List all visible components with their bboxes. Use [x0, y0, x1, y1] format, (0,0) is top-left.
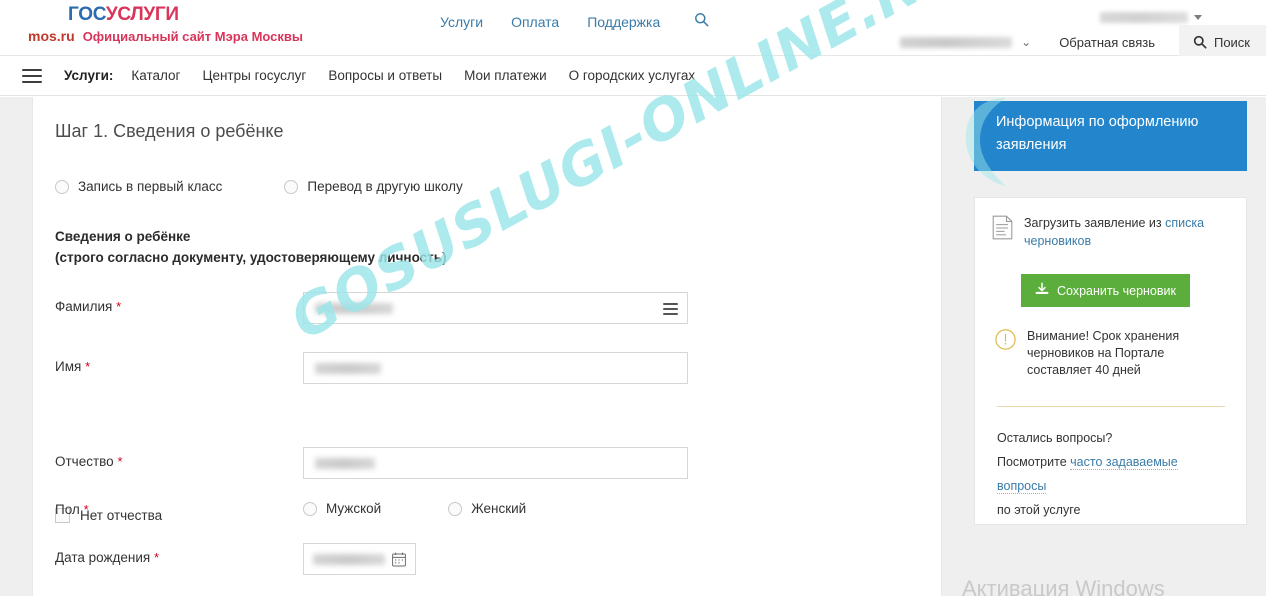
upload-text-prefix: Загрузить заявление из	[1024, 216, 1166, 230]
search-button[interactable]: Поиск	[1178, 25, 1266, 59]
radio-label: Перевод в другую школу	[307, 179, 463, 194]
radio-label: Запись в первый класс	[78, 179, 223, 194]
upload-draft-text: Загрузить заявление из списка черновиков	[1024, 214, 1232, 250]
section-heading: Сведения о ребёнке (строго согласно доку…	[55, 226, 447, 268]
radio-label: Мужской	[326, 501, 382, 516]
exclamation-circle-icon	[995, 329, 1016, 379]
draft-warning-row: Внимание! Срок хранения черновиков на По…	[995, 328, 1231, 379]
page-title: Шаг 1. Сведения о ребёнке	[55, 121, 284, 141]
top-bar-secondary-row: ⌄ Обратная связь Поиск	[900, 25, 1266, 59]
birthdate-input[interactable]	[303, 543, 416, 575]
topnav-item-services[interactable]: Услуги	[440, 14, 483, 30]
field-patronymic: Отчество *	[55, 447, 695, 479]
radio-icon[interactable]	[448, 501, 463, 516]
mainnav-item-about[interactable]: О городских услугах	[569, 68, 696, 83]
topnav-item-support[interactable]: Поддержка	[587, 14, 660, 30]
chevron-down-icon[interactable]: ⌄	[1021, 36, 1031, 48]
official-site-label: Официальный сайт Мэра Москвы	[82, 29, 303, 44]
radio-icon[interactable]	[303, 501, 317, 516]
faq-question-line: Остались вопросы?	[997, 431, 1113, 445]
field-label: Фамилия *	[55, 299, 122, 314]
page-root: ГОСУСЛУГИ mos.ru Официальный сайт Мэра Мо…	[0, 0, 1266, 596]
field-label: Отчество *	[55, 454, 123, 469]
brand-block[interactable]: ГОСУСЛУГИ mos.ru Официальный сайт Мэра Мо…	[28, 5, 358, 45]
search-button-icon	[1193, 35, 1207, 49]
field-label: Дата рождения *	[55, 550, 160, 565]
radio-icon[interactable]	[55, 179, 69, 194]
mainnav-item-catalog[interactable]: Каталог	[131, 68, 180, 83]
document-icon	[992, 215, 1013, 250]
surname-value-redacted	[315, 303, 393, 314]
mosru-label[interactable]: mos.ru	[28, 28, 75, 44]
patronymic-value-redacted	[315, 458, 375, 469]
feedback-link[interactable]: Обратная связь	[1059, 35, 1155, 50]
mainnav-item-payments[interactable]: Мои платежи	[464, 68, 547, 83]
gender-radio-group: Мужской Женский	[303, 501, 526, 516]
mainnav-services-label: Услуги:	[64, 68, 114, 83]
sidebar-divider	[997, 406, 1225, 407]
mainnav-item-centers[interactable]: Центры госуслуг	[202, 68, 306, 83]
list-icon[interactable]	[663, 303, 678, 315]
radio-icon[interactable]	[284, 179, 299, 194]
hamburger-icon[interactable]	[22, 68, 42, 83]
topnav-item-payment[interactable]: Оплата	[511, 14, 559, 30]
required-marker: *	[117, 454, 123, 469]
firstname-input[interactable]	[303, 352, 688, 384]
calendar-icon[interactable]	[392, 552, 406, 572]
form-card: Шаг 1. Сведения о ребёнке Запись в первы…	[32, 97, 942, 596]
main-navigation: Услуги: Каталог Центры госуслуг Вопросы …	[0, 56, 1266, 96]
faq-link-line: Посмотрите часто задаваемые вопросы	[997, 450, 1229, 498]
required-marker: *	[154, 550, 160, 565]
field-birthdate: Дата рождения *	[55, 543, 695, 575]
role-selector-redacted[interactable]	[900, 36, 1013, 48]
gosuslugi-logo[interactable]: ГОСУСЛУГИ	[28, 5, 358, 25]
brand-subtitle-row: mos.ru Официальный сайт Мэра Москвы	[28, 28, 358, 45]
radio-option-transfer[interactable]: Перевод в другую школу	[284, 179, 463, 194]
required-marker: *	[116, 299, 122, 314]
faq-suffix-line: по этой услуге	[997, 503, 1081, 517]
radio-label: Женский	[471, 501, 527, 516]
top-bar: ГОСУСЛУГИ mos.ru Официальный сайт Мэра Мо…	[0, 0, 1266, 59]
info-banner: Информация по оформлению заявления	[974, 101, 1247, 171]
download-icon	[1035, 282, 1049, 299]
draft-card: Загрузить заявление из списка черновиков…	[974, 197, 1247, 525]
account-caret-icon[interactable]	[1194, 15, 1202, 20]
radio-option-female[interactable]: Женский	[448, 501, 526, 516]
faq-block: Остались вопросы? Посмотрите часто задав…	[997, 426, 1229, 522]
section-heading-line2: (строго согласно документу, удостоверяющ…	[55, 250, 447, 265]
top-navigation: Услуги Оплата Поддержка	[440, 12, 709, 31]
radio-option-male[interactable]: Мужской	[303, 501, 381, 516]
field-gender: Пол * Мужской Женский	[55, 495, 695, 527]
section-heading-line1: Сведения о ребёнке	[55, 229, 191, 244]
upload-draft-row: Загрузить заявление из списка черновиков	[992, 214, 1232, 250]
logo-gos-text: ГОС	[68, 4, 106, 25]
field-label: Пол *	[55, 502, 89, 517]
field-firstname: Имя *	[55, 352, 695, 384]
radio-option-first-class[interactable]: Запись в первый класс	[55, 179, 222, 194]
search-icon[interactable]	[694, 12, 709, 31]
patronymic-input[interactable]	[303, 447, 688, 479]
birthdate-value-redacted	[313, 554, 385, 565]
logo-uslugi-text: УСЛУГИ	[105, 4, 179, 25]
account-name-redacted[interactable]	[1100, 12, 1188, 23]
field-label: Имя *	[55, 359, 91, 374]
required-marker: *	[83, 502, 89, 517]
firstname-value-redacted	[315, 363, 381, 374]
save-draft-label: Сохранить черновик	[1057, 283, 1176, 298]
surname-input[interactable]	[303, 292, 688, 324]
application-type-radio-group: Запись в первый класс Перевод в другую ш…	[55, 179, 463, 194]
page-body: Шаг 1. Сведения о ребёнке Запись в первы…	[0, 97, 1266, 596]
field-surname: Фамилия *	[55, 292, 695, 324]
faq-link-prefix: Посмотрите	[997, 455, 1071, 469]
required-marker: *	[85, 359, 91, 374]
save-draft-button[interactable]: Сохранить черновик	[1021, 274, 1190, 307]
search-button-label: Поиск	[1213, 34, 1250, 50]
mainnav-item-faq[interactable]: Вопросы и ответы	[328, 68, 442, 83]
draft-warning-text: Внимание! Срок хранения черновиков на По…	[1027, 329, 1180, 377]
